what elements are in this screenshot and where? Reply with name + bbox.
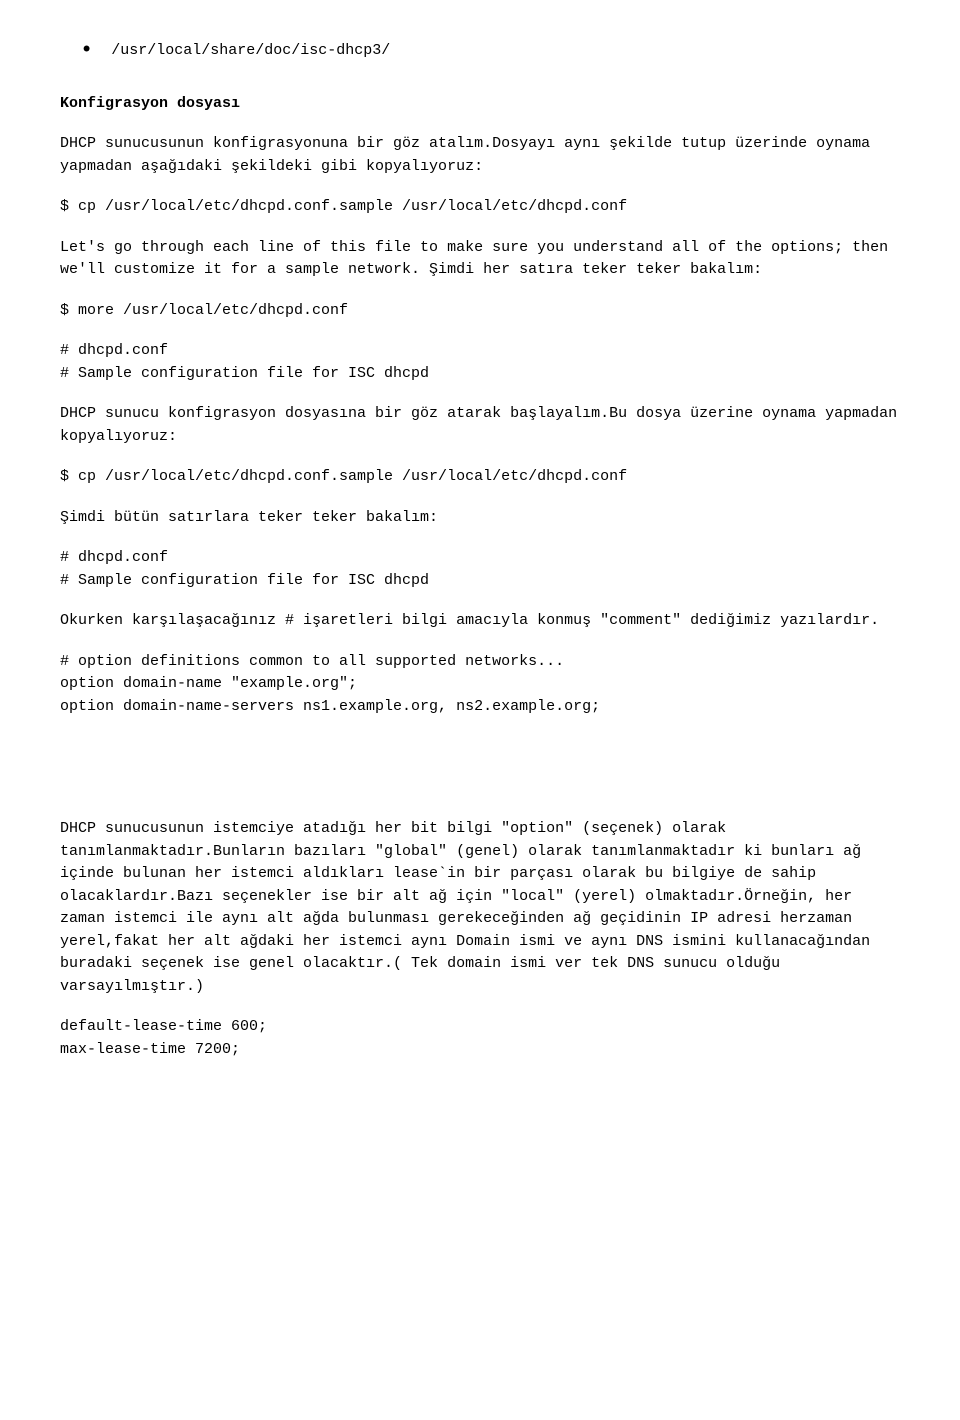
config-line: option domain-name-servers ns1.example.o… xyxy=(60,696,900,719)
config-comment: # dhcpd.conf xyxy=(60,547,900,570)
config-line: option domain-name "example.org"; xyxy=(60,673,900,696)
command-line: $ cp /usr/local/etc/dhcpd.conf.sample /u… xyxy=(60,196,900,219)
paragraph: Okurken karşılaşacağınız # işaretleri bi… xyxy=(60,610,900,633)
command-line: $ more /usr/local/etc/dhcpd.conf xyxy=(60,300,900,323)
config-line: default-lease-time 600; xyxy=(60,1016,900,1039)
bullet-item: • /usr/local/share/doc/isc-dhcp3/ xyxy=(60,40,900,63)
config-comment: # Sample configuration file for ISC dhcp… xyxy=(60,570,900,593)
paragraph: Let's go through each line of this file … xyxy=(60,237,900,282)
paragraph: DHCP sunucusunun konfigrasyonuna bir göz… xyxy=(60,133,900,178)
bullet-icon: • xyxy=(80,40,93,62)
config-line: max-lease-time 7200; xyxy=(60,1039,900,1062)
paragraph: Şimdi bütün satırlara teker teker bakalı… xyxy=(60,507,900,530)
bullet-text: /usr/local/share/doc/isc-dhcp3/ xyxy=(111,40,390,63)
config-comment: # Sample configuration file for ISC dhcp… xyxy=(60,363,900,386)
command-line: $ cp /usr/local/etc/dhcpd.conf.sample /u… xyxy=(60,466,900,489)
paragraph: DHCP sunucusunun istemciye atadığı her b… xyxy=(60,818,900,998)
config-line: # option definitions common to all suppo… xyxy=(60,651,900,674)
paragraph: DHCP sunucu konfigrasyon dosyasına bir g… xyxy=(60,403,900,448)
section-heading: Konfigrasyon dosyası xyxy=(60,93,900,116)
config-comment: # dhcpd.conf xyxy=(60,340,900,363)
